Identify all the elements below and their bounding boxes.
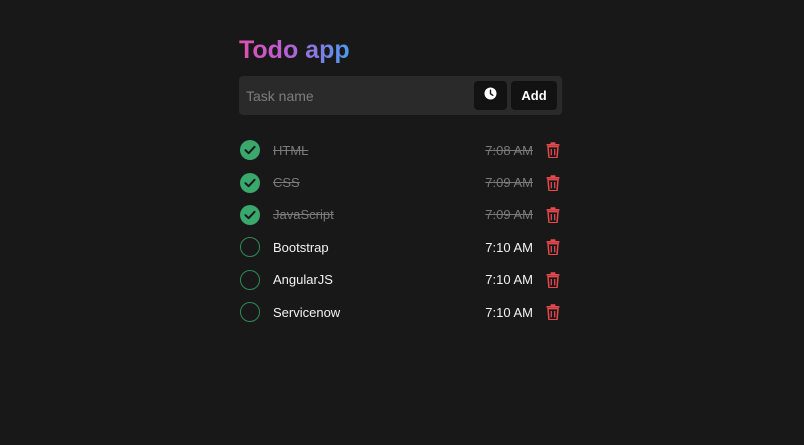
add-button[interactable]: Add bbox=[511, 81, 557, 110]
task-time: 7:09 AM bbox=[485, 207, 533, 223]
task-time: 7:08 AM bbox=[485, 142, 533, 158]
trash-icon[interactable] bbox=[546, 207, 560, 223]
task-name-input[interactable] bbox=[239, 76, 467, 115]
task-name: Bootstrap bbox=[273, 239, 329, 255]
task-name: AngularJS bbox=[273, 272, 333, 288]
task-time: 7:10 AM bbox=[485, 272, 533, 288]
time-button[interactable] bbox=[474, 81, 507, 110]
task-name: JavaScript bbox=[273, 207, 334, 223]
check-circle-icon[interactable] bbox=[240, 204, 260, 225]
app-title: Todo app bbox=[239, 36, 350, 64]
todo-app: Todo app Add HTML7:08 AMCSS7:09 AMJavaSc… bbox=[239, 34, 562, 323]
clock-icon bbox=[484, 87, 497, 105]
task-time: 7:09 AM bbox=[485, 175, 533, 191]
task-item: HTML 7:08 AM bbox=[239, 134, 562, 166]
task-item: Servicenow 7:10 AM bbox=[239, 296, 562, 328]
check-circle-icon[interactable] bbox=[240, 237, 260, 258]
trash-icon[interactable] bbox=[546, 142, 560, 159]
task-list: HTML 7:08 AM CSS 7:09 AM JavaScript 7:09 AM Bo… bbox=[239, 134, 562, 328]
task-item: AngularJS 7:10 AM bbox=[239, 264, 562, 296]
check-circle-icon[interactable] bbox=[240, 140, 260, 161]
task-item: JavaScript 7:09 AM bbox=[239, 199, 562, 231]
check-circle-icon[interactable] bbox=[240, 172, 260, 193]
task-name: Servicenow bbox=[273, 304, 341, 320]
task-name: HTML bbox=[273, 142, 309, 158]
trash-icon[interactable] bbox=[546, 239, 560, 256]
add-task-form: Add bbox=[239, 76, 562, 115]
task-item: Bootstrap 7:10 AM bbox=[239, 231, 562, 263]
trash-icon[interactable] bbox=[546, 304, 560, 321]
trash-icon[interactable] bbox=[546, 174, 560, 191]
task-item: CSS 7:09 AM bbox=[239, 166, 562, 198]
check-circle-icon[interactable] bbox=[240, 269, 260, 290]
task-name: CSS bbox=[273, 175, 300, 191]
task-time: 7:10 AM bbox=[485, 239, 533, 255]
check-circle-icon[interactable] bbox=[240, 302, 260, 323]
trash-icon[interactable] bbox=[546, 272, 560, 288]
task-time: 7:10 AM bbox=[485, 304, 533, 320]
